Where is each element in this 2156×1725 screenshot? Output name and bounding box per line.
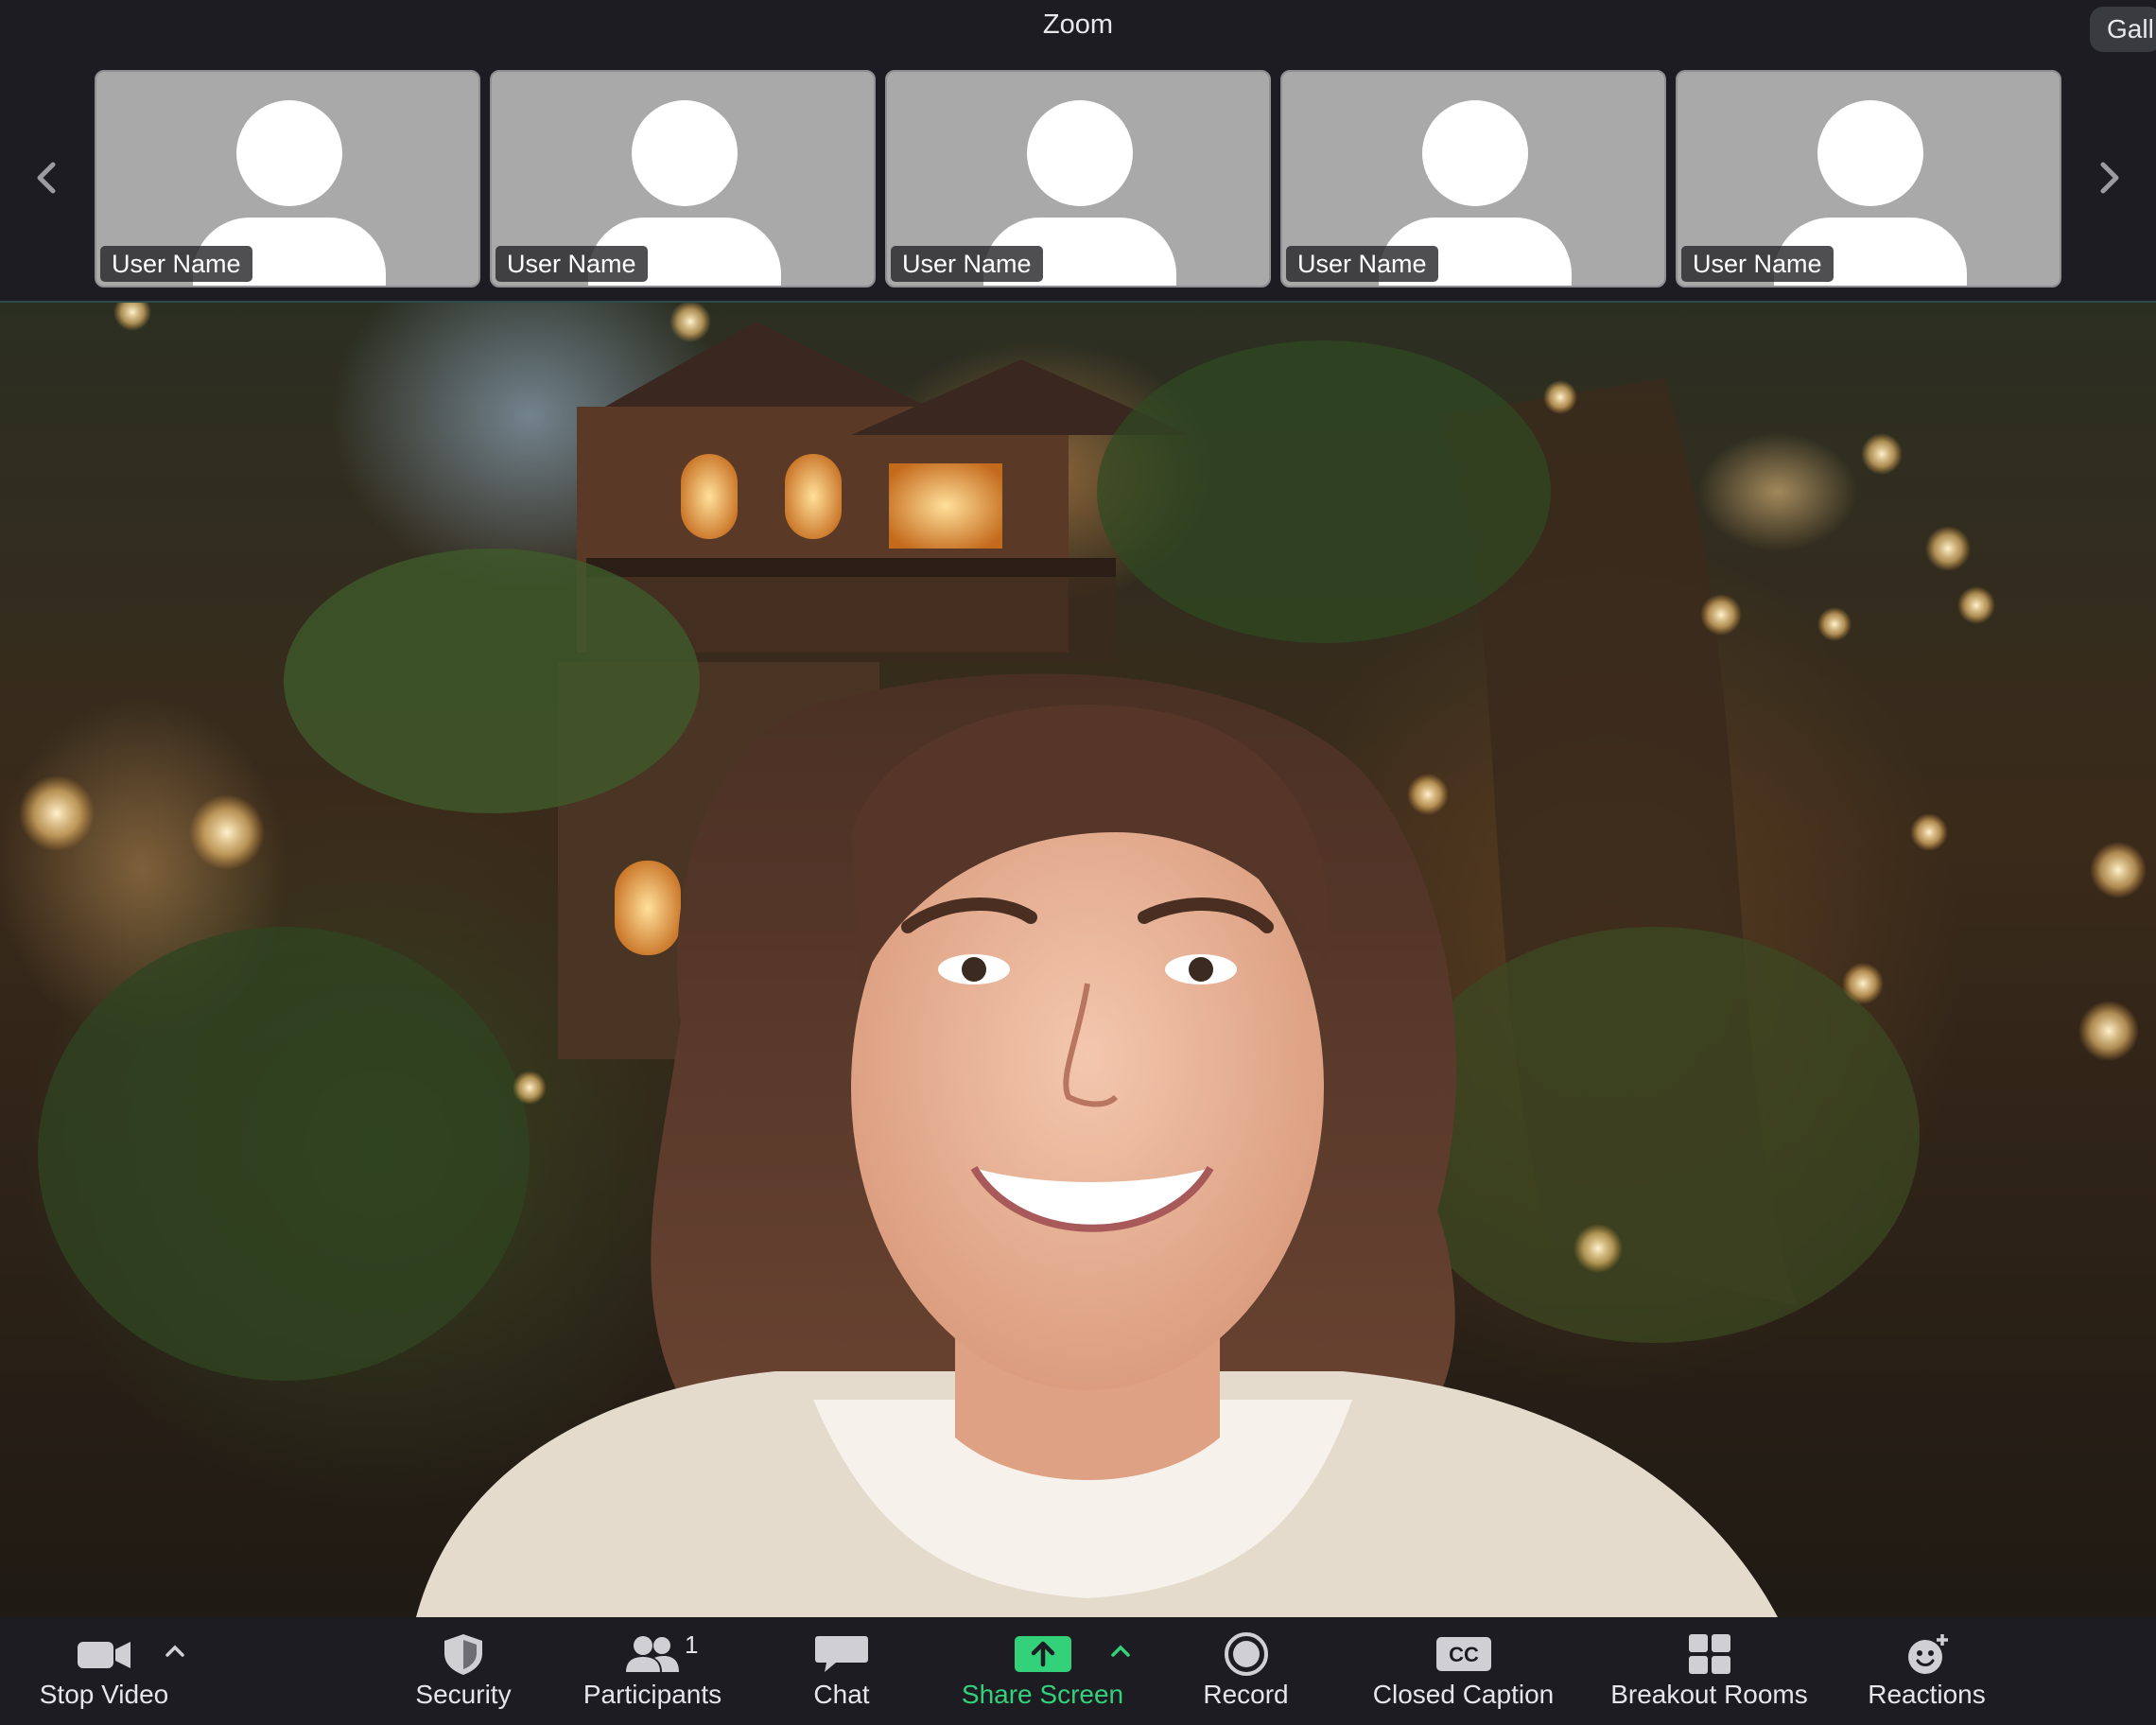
chevron-right-icon[interactable] — [2090, 149, 2128, 206]
record-icon — [1216, 1632, 1277, 1676]
participant-name: User Name — [891, 246, 1043, 282]
participant-tile[interactable]: User Name — [1676, 70, 2061, 288]
participant-tiles: User Name User Name User Name User Name … — [95, 70, 2061, 288]
chat-button[interactable]: Chat — [775, 1617, 908, 1725]
participants-count: 1 — [685, 1630, 699, 1659]
participant-tile[interactable]: User Name — [1280, 70, 1666, 288]
grid-icon — [1679, 1632, 1740, 1676]
avatar — [1817, 100, 1923, 206]
avatar — [632, 100, 738, 206]
stop-video-label: Stop Video — [39, 1680, 169, 1709]
breakout-rooms-button[interactable]: Breakout Rooms — [1593, 1617, 1825, 1725]
cc-icon: CC — [1434, 1632, 1494, 1676]
closed-caption-button[interactable]: CC Closed Caption — [1352, 1617, 1574, 1725]
window-title: Zoom — [1042, 9, 1114, 40]
avatar — [1027, 100, 1133, 206]
meeting-toolbar: Stop Video Security Participants 1 Chat … — [0, 1617, 2156, 1725]
record-label: Record — [1203, 1680, 1289, 1709]
breakout-rooms-label: Breakout Rooms — [1610, 1680, 1808, 1709]
shield-icon — [433, 1632, 494, 1676]
chat-label: Chat — [813, 1680, 870, 1709]
participant-tile[interactable]: User Name — [95, 70, 480, 288]
participant-tile[interactable]: User Name — [885, 70, 1271, 288]
video-options-caret-icon[interactable] — [163, 1642, 187, 1661]
participant-strip: User Name User Name User Name User Name … — [0, 55, 2156, 303]
security-button[interactable]: Security — [378, 1617, 548, 1725]
avatar — [236, 100, 342, 206]
video-camera-icon — [74, 1632, 134, 1676]
stop-video-button[interactable]: Stop Video — [19, 1617, 189, 1725]
participant-name: User Name — [496, 246, 648, 282]
record-button[interactable]: Record — [1173, 1617, 1319, 1725]
emoji-plus-icon — [1897, 1632, 1957, 1676]
closed-caption-label: Closed Caption — [1372, 1680, 1555, 1709]
gallery-view-button[interactable]: Gall — [2090, 7, 2156, 52]
active-speaker-video — [0, 303, 2156, 1617]
participant-name: User Name — [1681, 246, 1834, 282]
participant-name: User Name — [100, 246, 252, 282]
svg-text:CC: CC — [1449, 1643, 1479, 1666]
participants-label: Participants — [582, 1680, 722, 1709]
reactions-button[interactable]: Reactions — [1849, 1617, 2005, 1725]
share-arrow-icon — [1013, 1632, 1073, 1676]
avatar — [1422, 100, 1528, 206]
chevron-left-icon[interactable] — [28, 149, 66, 206]
chat-bubble-icon — [811, 1632, 872, 1676]
security-label: Security — [415, 1680, 512, 1709]
participant-name: User Name — [1286, 246, 1438, 282]
share-screen-button[interactable]: Share Screen — [946, 1617, 1139, 1725]
participant-tile[interactable]: User Name — [490, 70, 876, 288]
video-frame-image — [19, 303, 2147, 1617]
participants-icon — [622, 1632, 683, 1676]
share-options-caret-icon[interactable] — [1108, 1642, 1133, 1661]
participants-button[interactable]: Participants — [558, 1617, 747, 1725]
share-screen-label: Share Screen — [961, 1680, 1124, 1709]
reactions-label: Reactions — [1868, 1680, 1986, 1709]
title-bar: Zoom Gall — [0, 0, 2156, 55]
